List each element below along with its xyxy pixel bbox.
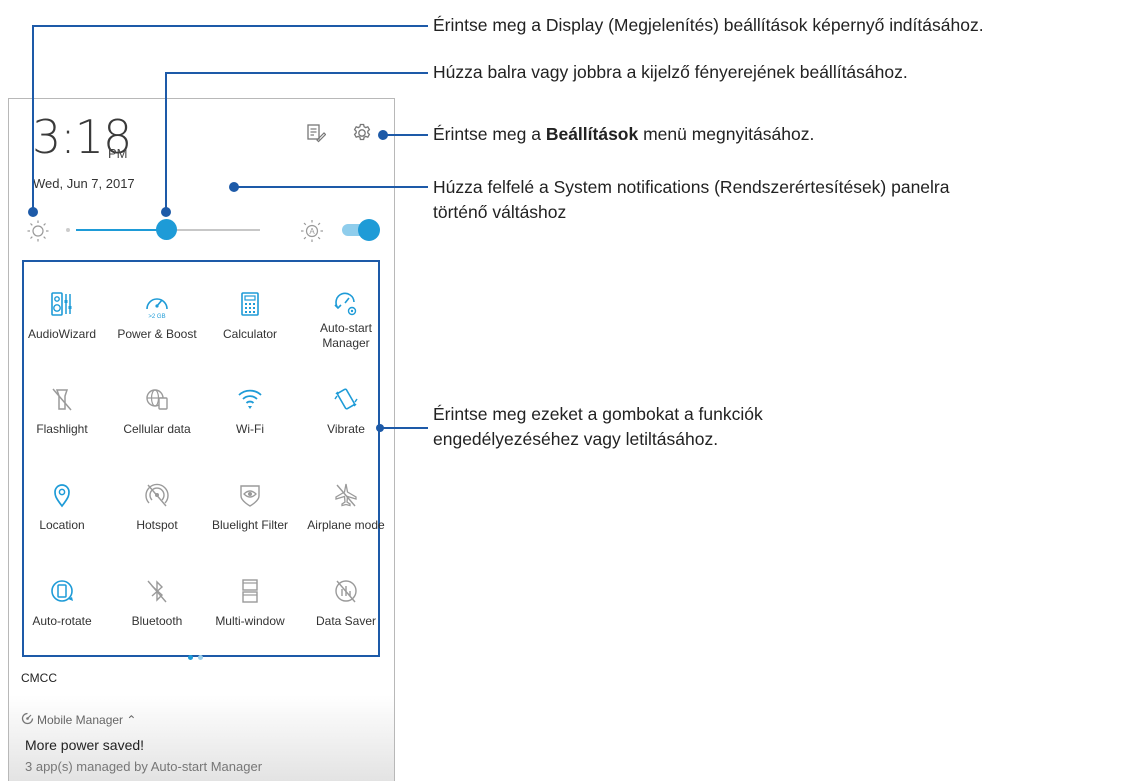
callout-settings-bold: Beállítások xyxy=(545,124,639,144)
callout-brightness: Húzza balra vagy jobbra a kijelző fényer… xyxy=(433,62,908,82)
callout-display: Érintse meg a Display (Megjelenítés) beá… xyxy=(433,15,984,35)
callout-lines xyxy=(28,25,428,432)
callout-buttons-line2: engedélyezéséhez vagy letiltásához. xyxy=(433,429,719,449)
callout-settings-post: menü megnyitásához. xyxy=(638,124,815,144)
callout-settings: Érintse meg a Beállítások menü megnyitás… xyxy=(433,122,814,147)
callout-system-line2: történő váltáshoz xyxy=(433,202,567,222)
callout-buttons-line1: Érintse meg ezeket a gombokat a funkciók xyxy=(433,404,763,424)
callout-system-line1: Húzza felfelé a System notifications (Re… xyxy=(433,177,950,197)
callout-settings-pre: Érintse meg a xyxy=(433,124,546,144)
